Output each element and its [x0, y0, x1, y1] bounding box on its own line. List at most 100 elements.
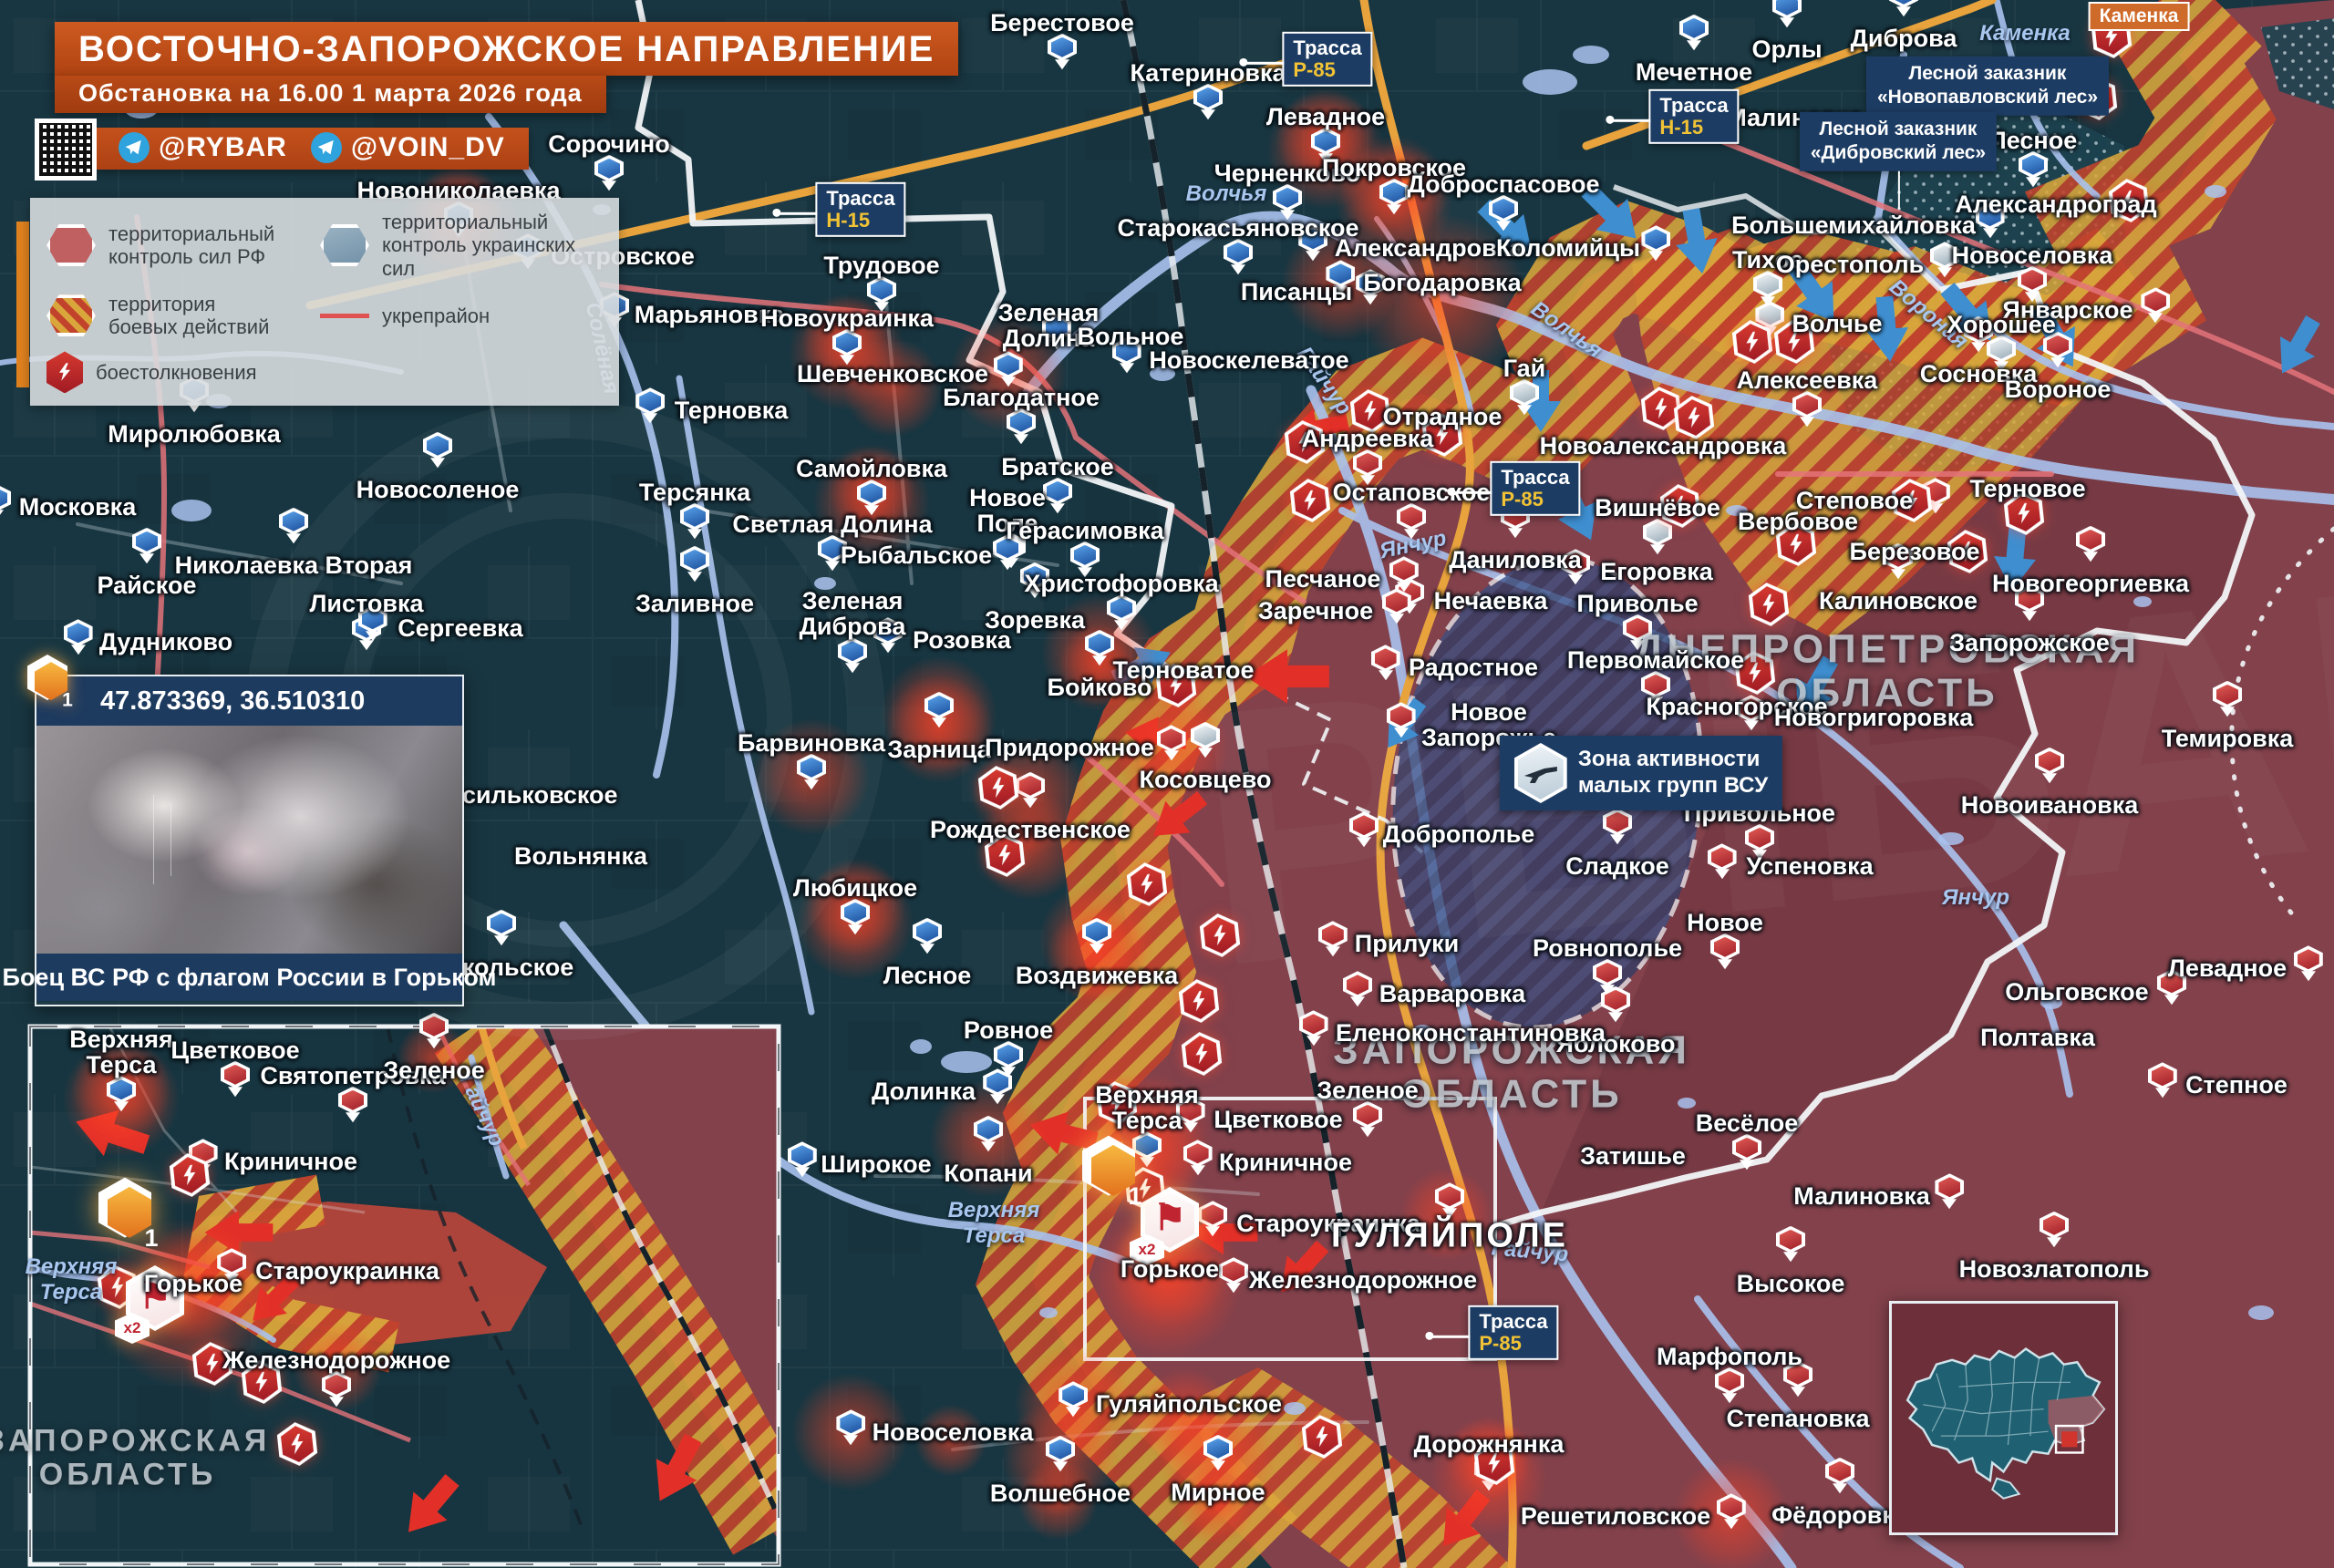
place-label: Сладкое — [1565, 853, 1668, 879]
photo-number-hex-icon: 1 — [47, 678, 88, 724]
settlement-pin — [1203, 1435, 1233, 1471]
place-label: Цветковое — [1213, 1107, 1342, 1132]
settlement-pin — [1641, 225, 1670, 262]
road-word: Трасса — [1501, 466, 1569, 489]
place-label: Вольное — [1078, 324, 1184, 349]
place-label: Листовка — [309, 591, 423, 616]
place-label: Левадное — [2168, 955, 2287, 981]
road-sign: ТрассаР-85 — [1282, 32, 1372, 87]
settlement-pin — [423, 432, 452, 469]
settlement-pin — [2040, 1212, 2069, 1248]
place-label: Железнодорожное — [222, 1347, 450, 1373]
place-label: Новоалександровка — [1540, 433, 1787, 459]
place-label: Песчаное — [1265, 566, 1381, 592]
place-label: Терновка — [675, 397, 789, 423]
place-label: Новогригоровка — [1774, 705, 1974, 730]
place-label: Волшебное — [990, 1480, 1131, 1506]
settlement-pin — [1825, 1458, 1854, 1494]
road-number: Н-15 — [826, 210, 894, 232]
settlement-pin — [1193, 84, 1223, 120]
legend-label: территориальный контроль украинских сил — [382, 211, 584, 280]
place-label: Алексеевка — [1737, 367, 1878, 393]
settlement-pin — [1935, 1173, 1964, 1210]
place-label: Новосоленое — [356, 477, 520, 502]
place-label: Фёдоровка — [1771, 1502, 1908, 1528]
ukraine-locator-minimap — [1889, 1301, 2118, 1535]
place-label: Ольговское — [2005, 979, 2148, 1005]
settlement-pin — [1387, 702, 1416, 738]
map-subtitle: Обстановка на 16.00 1 марта 2026 года — [78, 79, 583, 108]
place-label: Рыбальское — [841, 542, 992, 568]
settlement-pin — [1601, 986, 1630, 1023]
settlement-pin — [1343, 971, 1372, 1007]
place-label: Калиновское — [1819, 588, 1978, 614]
place-label: Сергеевка — [398, 615, 522, 641]
vsu-line2: малых групп ВСУ — [1578, 773, 1768, 798]
settlement-pin — [1085, 630, 1114, 666]
place-label: Заливное — [635, 591, 754, 616]
place-label: Новоскелеватое — [1149, 347, 1348, 373]
place-label: Новое — [1687, 910, 1763, 935]
road-word: Трасса — [1479, 1310, 1547, 1333]
place-label: Новозлатополь — [1959, 1256, 2150, 1282]
legend-item-ua-control: территориальный контроль украинских сил — [320, 211, 584, 280]
place-label: Дудниково — [99, 629, 232, 655]
telegram-channel-rybar[interactable]: @RYBAR — [119, 132, 287, 163]
settlement-pin — [1046, 1436, 1075, 1472]
place-label: Старокасьяновское — [1117, 215, 1358, 241]
telegram-channel-voin-dv[interactable]: @VOIN_DV — [311, 132, 505, 163]
photo-location-marker: 1 — [125, 1209, 178, 1269]
place-label: Долинка — [872, 1078, 976, 1104]
place-label: Дорожнянка — [1414, 1431, 1565, 1457]
road-sign: ТрассаР-85 — [1490, 461, 1580, 516]
settlement-pin — [974, 1116, 1003, 1152]
place-label: Прилуки — [1355, 931, 1459, 956]
clash-icon — [977, 764, 1020, 811]
place-label: Зеленая Диброва — [800, 588, 906, 639]
place-label: Нечаевка — [1434, 588, 1548, 614]
place-label: Степановка — [1727, 1406, 1870, 1431]
settlement-pin — [2076, 526, 2105, 562]
road-sign: ТрассаН-15 — [1648, 89, 1739, 144]
forest-reserve-label: Лесной заказник«Дибровский лес» — [1800, 112, 1997, 171]
settlement-pin — [1715, 1367, 1744, 1404]
place-label: Рождественское — [930, 817, 1131, 842]
settlement-pin — [680, 503, 709, 540]
place-label: Зоревка — [985, 607, 1085, 633]
settlement-pin — [1082, 918, 1111, 954]
settlement-pin — [841, 899, 870, 935]
place-label: Христофоровка — [1024, 571, 1218, 596]
settlement-pin — [1776, 1226, 1805, 1263]
vsu-box: Зона активностималых групп ВСУ — [1500, 736, 1782, 810]
clash-icon — [169, 1151, 212, 1199]
place-label: Шевченковское — [797, 361, 988, 387]
place-label: Придорожное — [985, 735, 1154, 760]
legend-item-clashes: боестолкновения — [46, 351, 320, 393]
settlement-pin — [1371, 645, 1400, 681]
place-label: Большемихайловка — [1731, 212, 1976, 238]
place-label: Орестополь — [1776, 252, 1924, 277]
place-label: Косовцево — [1139, 767, 1271, 792]
place-label: Лесное — [1989, 128, 2077, 153]
place-label: Верхняя Терса — [69, 1026, 172, 1078]
place-label: Миролюбовка — [108, 421, 281, 447]
place-label: Зеленое — [383, 1057, 485, 1083]
clash-icon — [1199, 912, 1242, 959]
settlement-pin — [836, 1409, 865, 1446]
place-label: Даниловка — [1449, 547, 1582, 573]
place-label: Терновое — [1969, 476, 2085, 501]
settlement-pin — [487, 910, 516, 946]
settlement-pin — [1132, 1131, 1162, 1168]
place-label: Братское — [1001, 454, 1113, 480]
place-label: Ровнополье — [1533, 935, 1682, 961]
place-label: Волчье — [1792, 311, 1882, 336]
settlement-pin — [1792, 391, 1822, 428]
settlement-pin — [1349, 811, 1379, 848]
settlement-pin — [2213, 681, 2242, 717]
photo-location-marker: 1 — [1109, 1167, 1162, 1227]
city-label: ГУЛЯЙПОЛЕ — [1331, 1217, 1568, 1256]
place-label: Доброспасовое — [1408, 171, 1600, 197]
settlement-pin — [2035, 748, 2064, 784]
river-label: Верхняя Терса — [948, 1198, 1040, 1249]
legend-item-fortified-line: укрепрайон — [320, 293, 584, 339]
